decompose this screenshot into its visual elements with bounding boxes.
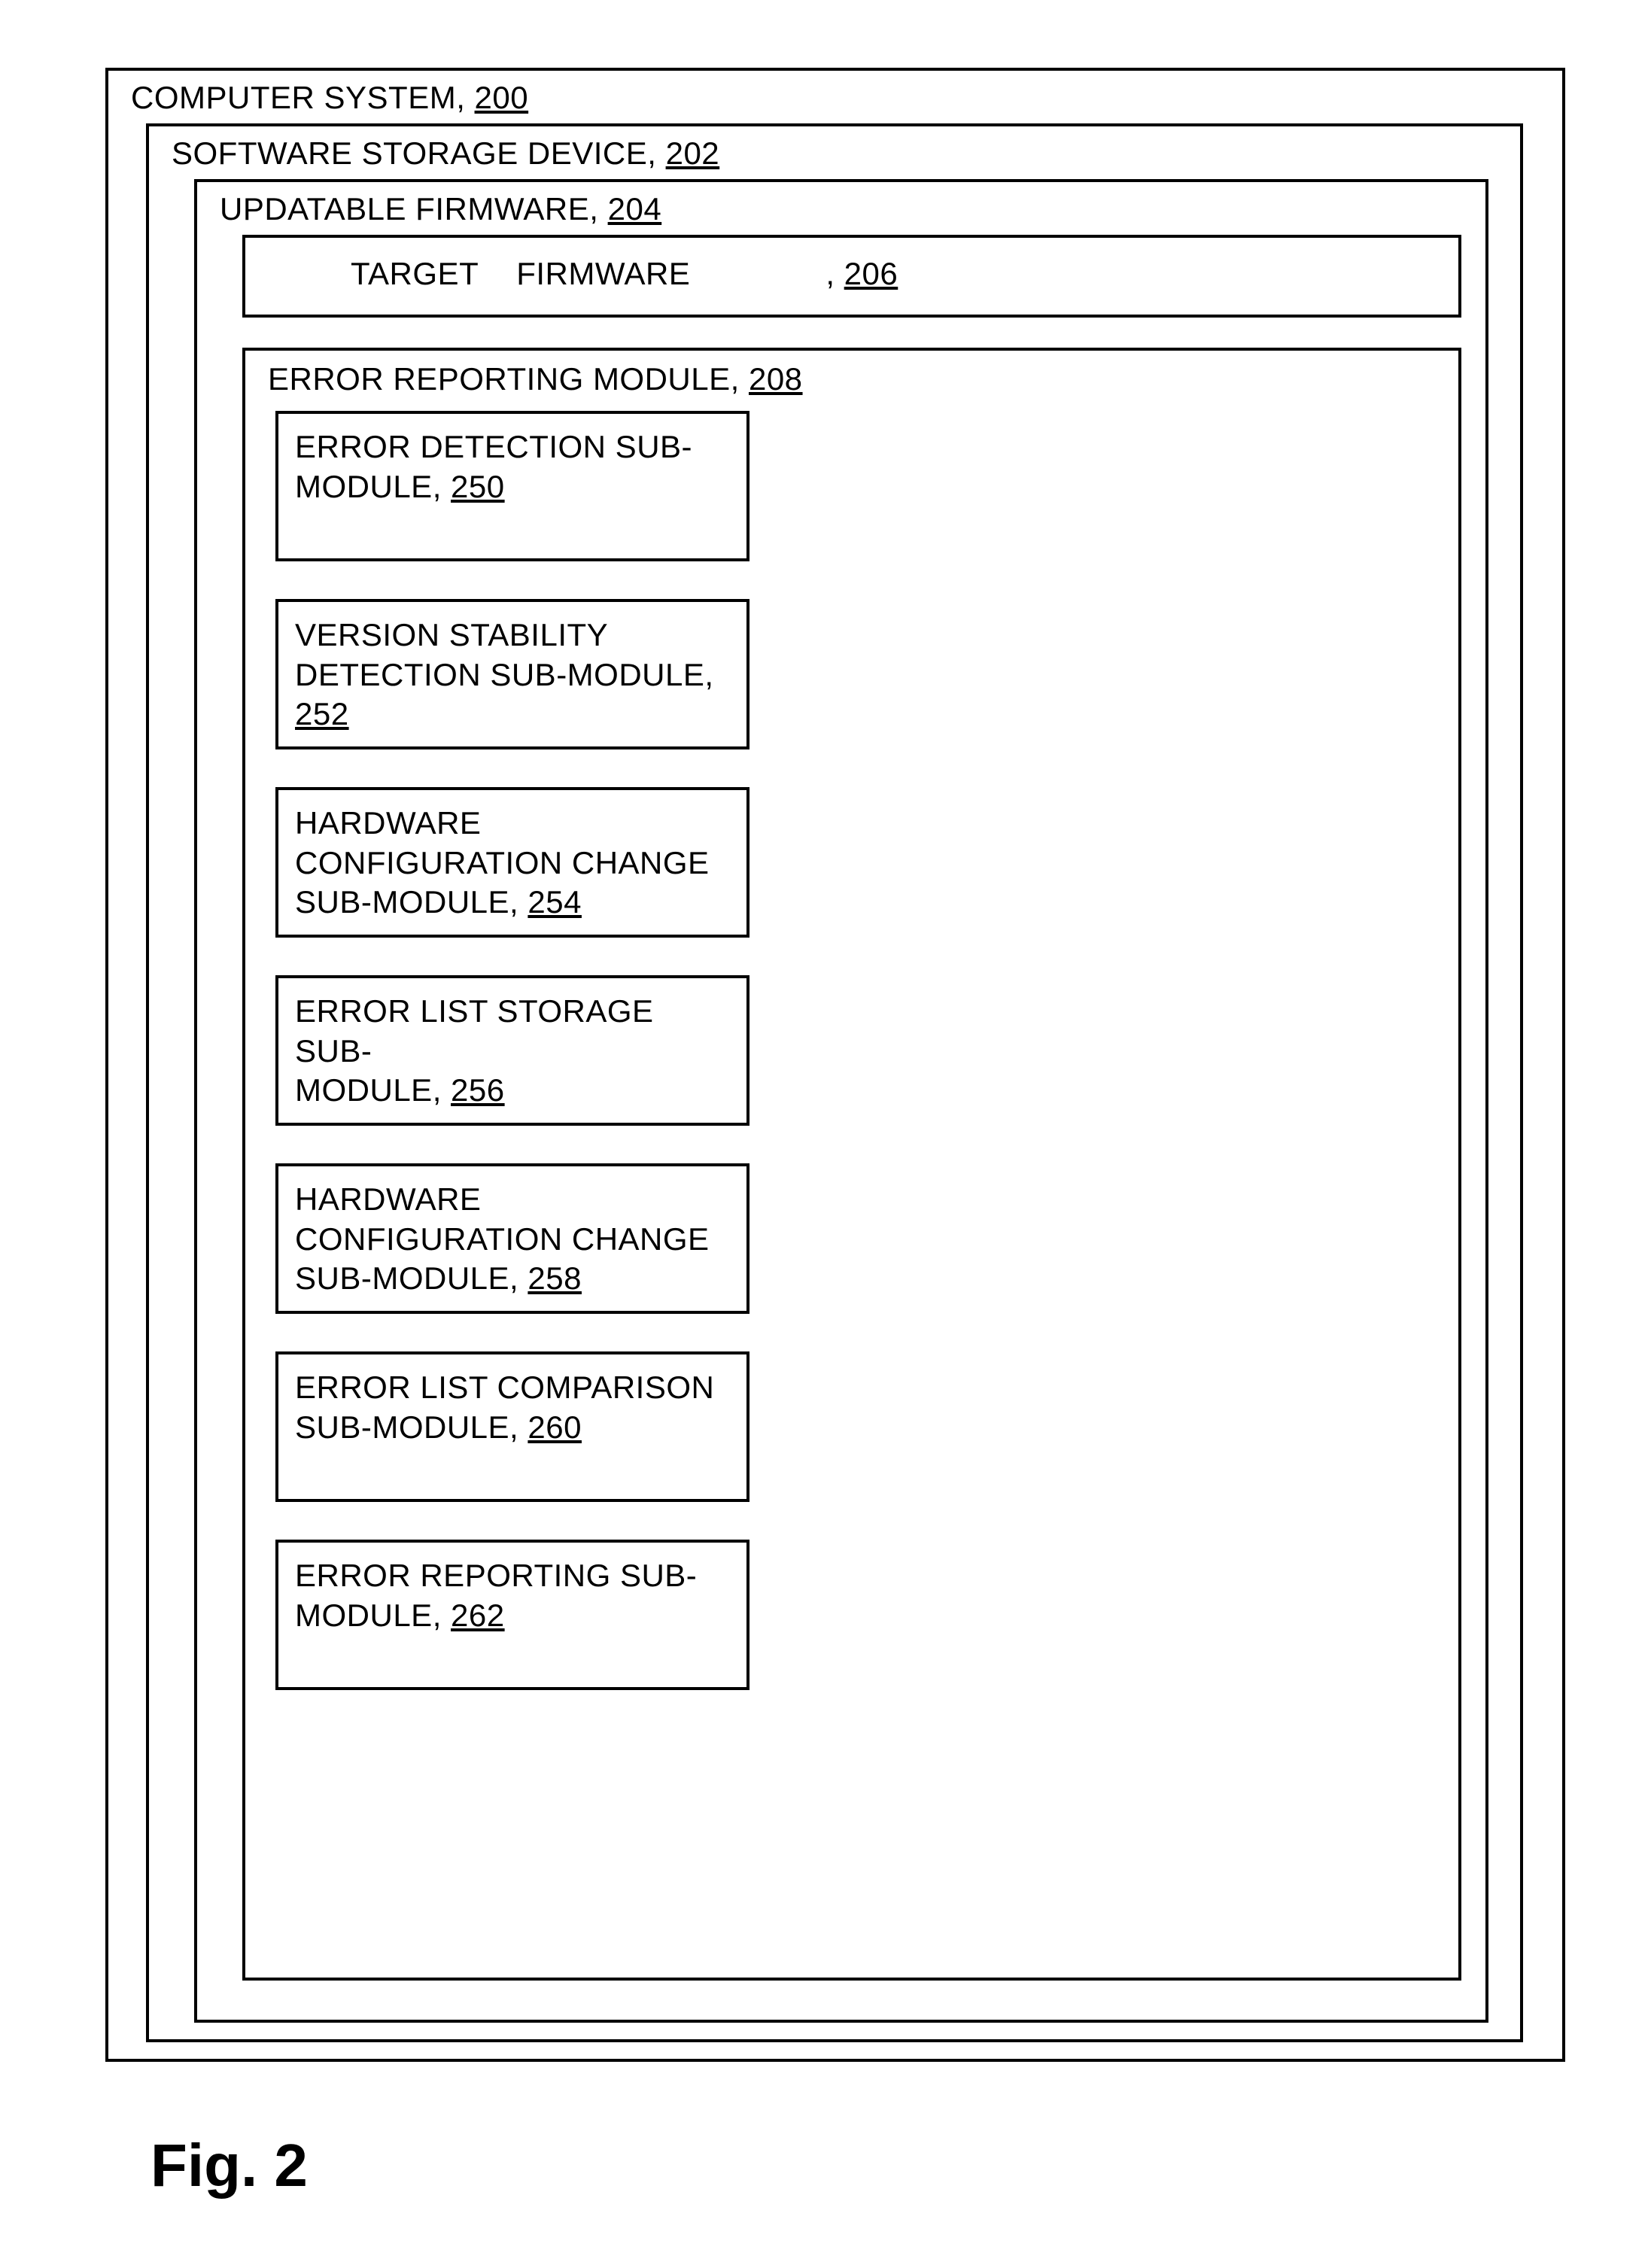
software-storage-device-box: SOFTWARE STORAGE DEVICE, 202 UPDATABLE F… — [146, 123, 1523, 2042]
diagram-page: COMPUTER SYSTEM, 200 SOFTWARE STORAGE DE… — [0, 0, 1651, 2268]
error-reporting-module-box: ERROR REPORTING MODULE, 208 ERROR DETECT… — [242, 348, 1461, 1981]
version-stability-detection-submodule-box: VERSION STABILITY DETECTION SUB-MODULE, … — [275, 599, 749, 749]
submodule-text: ERROR LIST COMPARISON SUB-MODULE, 260 — [295, 1368, 730, 1447]
hardware-config-change-submodule-254-box: HARDWARE CONFIGURATION CHANGE SUB-MODULE… — [275, 787, 749, 938]
submodule-text: ERROR DETECTION SUB- MODULE, 250 — [295, 427, 730, 506]
error-detection-submodule-box: ERROR DETECTION SUB- MODULE, 250 — [275, 411, 749, 561]
updatable-firmware-box: UPDATABLE FIRMWARE, 204 TARGETFIRMWARE, … — [194, 179, 1488, 2023]
updatable-firmware-label: UPDATABLE FIRMWARE, 204 — [220, 191, 661, 227]
submodule-text: HARDWARE CONFIGURATION CHANGE SUB-MODULE… — [295, 1180, 730, 1299]
error-reporting-module-label: ERROR REPORTING MODULE, 208 — [268, 361, 803, 397]
figure-caption: Fig. 2 — [151, 2131, 308, 2200]
computer-system-label: COMPUTER SYSTEM, 200 — [131, 80, 528, 116]
software-storage-device-label: SOFTWARE STORAGE DEVICE, 202 — [172, 135, 719, 172]
submodule-text: HARDWARE CONFIGURATION CHANGE SUB-MODULE… — [295, 804, 730, 923]
submodule-text: VERSION STABILITY DETECTION SUB-MODULE, … — [295, 616, 730, 734]
error-list-storage-submodule-box: ERROR LIST STORAGE SUB- MODULE, 256 — [275, 975, 749, 1126]
submodule-text: ERROR REPORTING SUB- MODULE, 262 — [295, 1556, 730, 1635]
submodule-container: ERROR DETECTION SUB- MODULE, 250 VERSION… — [275, 411, 749, 1728]
hardware-config-change-submodule-258-box: HARDWARE CONFIGURATION CHANGE SUB-MODULE… — [275, 1163, 749, 1314]
submodule-text: ERROR LIST STORAGE SUB- MODULE, 256 — [295, 992, 730, 1111]
computer-system-box: COMPUTER SYSTEM, 200 SOFTWARE STORAGE DE… — [105, 68, 1565, 2062]
error-reporting-submodule-box: ERROR REPORTING SUB- MODULE, 262 — [275, 1540, 749, 1690]
error-list-comparison-submodule-box: ERROR LIST COMPARISON SUB-MODULE, 260 — [275, 1351, 749, 1502]
target-firmware-label: TARGETFIRMWARE, 206 — [351, 256, 898, 292]
target-firmware-box: TARGETFIRMWARE, 206 — [242, 235, 1461, 318]
